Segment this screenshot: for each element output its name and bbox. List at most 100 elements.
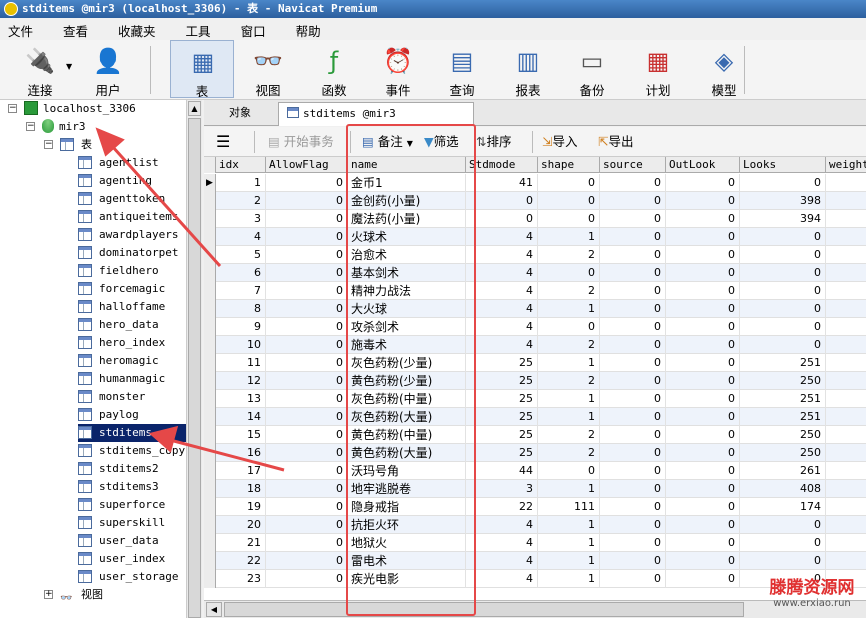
cell-name[interactable]: 灰色药粉(中量)	[348, 390, 466, 408]
cell-stdmode[interactable]: 4	[466, 516, 538, 534]
cell-weight[interactable]: 1	[826, 192, 866, 210]
cell-weight[interactable]: 1	[826, 534, 866, 552]
tree-table-forcemagic[interactable]: forcemagic	[78, 280, 165, 298]
cell-weight[interactable]: 1	[826, 228, 866, 246]
cell-outlook[interactable]: 0	[666, 228, 740, 246]
cell-outlook[interactable]: 0	[666, 210, 740, 228]
cell-name[interactable]: 沃玛号角	[348, 462, 466, 480]
cell-looks[interactable]: 394	[740, 210, 826, 228]
row-indicator[interactable]	[204, 552, 216, 570]
cell-idx[interactable]: 2	[216, 192, 266, 210]
cell-looks[interactable]: 174	[740, 498, 826, 516]
table-row[interactable]: 170沃玛号角440002611	[204, 462, 866, 480]
sort-button[interactable]: ⇅排序	[476, 132, 512, 152]
cell-stdmode[interactable]: 25	[466, 444, 538, 462]
toolbar-plug-button[interactable]: 🔌 连接	[8, 40, 72, 98]
cell-outlook[interactable]: 0	[666, 300, 740, 318]
column-header-allowflag[interactable]: AllowFlag	[266, 157, 348, 173]
cell-stdmode[interactable]: 4	[466, 336, 538, 354]
cell-shape[interactable]: 1	[538, 390, 600, 408]
cell-idx[interactable]: 12	[216, 372, 266, 390]
cell-looks[interactable]: 0	[740, 516, 826, 534]
cell-shape[interactable]: 0	[538, 462, 600, 480]
cell-idx[interactable]: 7	[216, 282, 266, 300]
tree-table-stditems_copy[interactable]: stditems_copy	[78, 442, 185, 460]
cell-stdmode[interactable]: 25	[466, 426, 538, 444]
cell-name[interactable]: 地牢逃脱卷	[348, 480, 466, 498]
cell-idx[interactable]: 22	[216, 552, 266, 570]
cell-name[interactable]: 黄色药粉(中量)	[348, 426, 466, 444]
cell-outlook[interactable]: 0	[666, 354, 740, 372]
cell-outlook[interactable]: 0	[666, 480, 740, 498]
cell-allowflag[interactable]: 0	[266, 444, 348, 462]
table-row[interactable]: 80大火球410001	[204, 300, 866, 318]
tree-table-user_index[interactable]: user_index	[78, 550, 165, 568]
table-row[interactable]: 90攻杀剑术400001	[204, 318, 866, 336]
table-row[interactable]: 180地牢逃脱卷31004081	[204, 480, 866, 498]
cell-weight[interactable]: 1	[826, 318, 866, 336]
cell-stdmode[interactable]: 22	[466, 498, 538, 516]
cell-weight[interactable]: 1	[826, 552, 866, 570]
cell-weight[interactable]: 1	[826, 498, 866, 516]
cell-allowflag[interactable]: 0	[266, 318, 348, 336]
cell-allowflag[interactable]: 0	[266, 354, 348, 372]
cell-allowflag[interactable]: 0	[266, 534, 348, 552]
row-indicator[interactable]	[204, 498, 216, 516]
cell-outlook[interactable]: 0	[666, 552, 740, 570]
cell-looks[interactable]: 0	[740, 300, 826, 318]
cell-shape[interactable]: 0	[538, 318, 600, 336]
cell-shape[interactable]: 1	[538, 516, 600, 534]
connect-dropdown-chevron-icon[interactable]: ▼	[66, 62, 72, 71]
cell-weight[interactable]: 1	[826, 264, 866, 282]
cell-allowflag[interactable]: 0	[266, 426, 348, 444]
tab-table-document[interactable]: stditems @mir3 (localhost...	[278, 102, 474, 142]
row-indicator[interactable]	[204, 372, 216, 390]
tree-table-user_storage[interactable]: user_storage	[78, 568, 178, 586]
row-indicator[interactable]	[204, 480, 216, 498]
cell-source[interactable]: 0	[600, 318, 666, 336]
cell-outlook[interactable]: 0	[666, 390, 740, 408]
cell-outlook[interactable]: 0	[666, 516, 740, 534]
cell-idx[interactable]: 5	[216, 246, 266, 264]
cell-looks[interactable]: 250	[740, 372, 826, 390]
cell-name[interactable]: 基本剑术	[348, 264, 466, 282]
cell-name[interactable]: 治愈术	[348, 246, 466, 264]
cell-weight[interactable]: 1	[826, 354, 866, 372]
cell-outlook[interactable]: 0	[666, 264, 740, 282]
horizontal-scroll-thumb[interactable]	[224, 602, 744, 617]
cell-looks[interactable]: 0	[740, 336, 826, 354]
cell-weight[interactable]: 1	[826, 480, 866, 498]
cell-shape[interactable]: 1	[538, 480, 600, 498]
row-indicator[interactable]	[204, 318, 216, 336]
cell-outlook[interactable]: 0	[666, 408, 740, 426]
tree-table-antiqueitems[interactable]: antiqueitems	[78, 208, 178, 226]
row-indicator[interactable]	[204, 390, 216, 408]
cell-allowflag[interactable]: 0	[266, 192, 348, 210]
cell-stdmode[interactable]: 25	[466, 390, 538, 408]
column-header-idx[interactable]: idx	[216, 157, 266, 173]
menu-item[interactable]: 帮助	[288, 18, 329, 40]
cell-allowflag[interactable]: 0	[266, 174, 348, 192]
table-row[interactable]: 150黄色药粉(中量)252002502	[204, 426, 866, 444]
tree-table-agenting[interactable]: agenting	[78, 172, 152, 190]
cell-stdmode[interactable]: 25	[466, 354, 538, 372]
cell-name[interactable]: 灰色药粉(大量)	[348, 408, 466, 426]
scroll-up-arrow-icon[interactable]: ▲	[188, 101, 201, 116]
table-row[interactable]: 110灰色药粉(少量)251002511	[204, 354, 866, 372]
toolbar-event-clock-button[interactable]: ⏰ 事件	[366, 40, 430, 98]
cell-name[interactable]: 火球术	[348, 228, 466, 246]
cell-idx[interactable]: 20	[216, 516, 266, 534]
scroll-left-arrow-icon[interactable]: ◀	[206, 602, 222, 617]
cell-name[interactable]: 黄色药粉(少量)	[348, 372, 466, 390]
cell-source[interactable]: 0	[600, 264, 666, 282]
table-row[interactable]: 190隐身戒指22111001741	[204, 498, 866, 516]
cell-outlook[interactable]: 0	[666, 246, 740, 264]
cell-idx[interactable]: 19	[216, 498, 266, 516]
cell-source[interactable]: 0	[600, 570, 666, 588]
cell-shape[interactable]: 111	[538, 498, 600, 516]
cell-name[interactable]: 地狱火	[348, 534, 466, 552]
cell-idx[interactable]: 14	[216, 408, 266, 426]
toolbar-backup-button[interactable]: ▭ 备份	[560, 40, 624, 98]
cell-weight[interactable]: 3	[826, 444, 866, 462]
column-header-source[interactable]: source	[600, 157, 666, 173]
